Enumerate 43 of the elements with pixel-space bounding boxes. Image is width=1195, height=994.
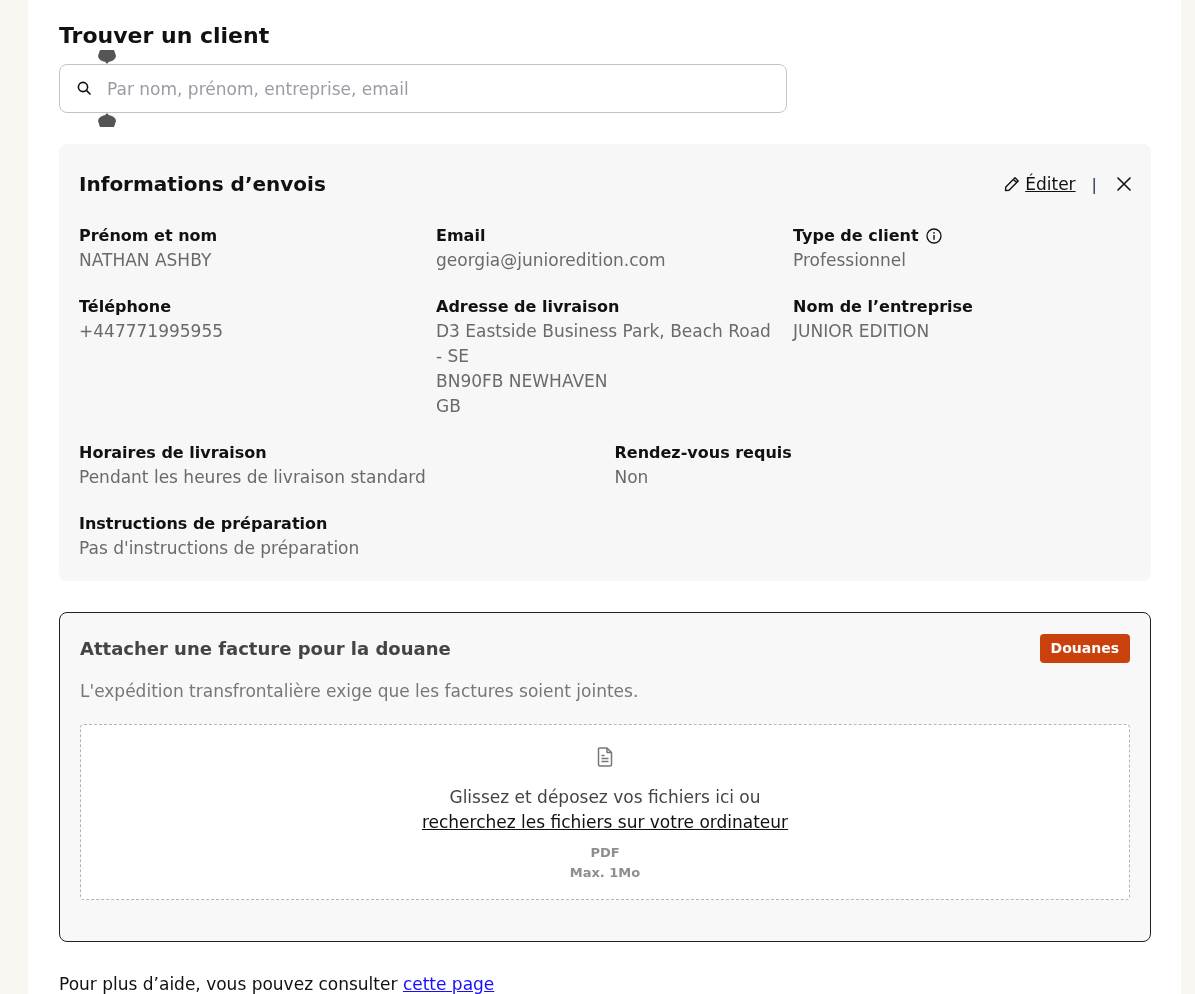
info-icon[interactable] — [925, 228, 942, 244]
field-label: Type de client — [793, 225, 919, 247]
field-value: +447771995955 — [79, 320, 225, 343]
file-dropzone[interactable]: Glissez et déposez vos fichiers ici ou recherchez les fichiers sur votre ordinateur PDF Max. 1Mo — [80, 724, 1130, 900]
field-label: Instructions de préparation — [79, 513, 328, 535]
close-button[interactable] — [1117, 177, 1131, 191]
search-icon — [77, 81, 91, 95]
dropzone-text: Glissez et déposez vos fichiers ici ou — [449, 786, 761, 809]
file-size-limit: Max. 1Mo — [569, 864, 641, 882]
field-label: Adresse de livraison — [436, 296, 620, 318]
field-value: NATHAN ASHBY — [79, 249, 213, 272]
customs-badge: Douanes — [1039, 633, 1130, 663]
field-label: Rendez-vous requis — [614, 442, 792, 464]
selection-handle-icon[interactable] — [98, 113, 116, 127]
card-title: Informations d’envois — [79, 172, 326, 196]
field-value: georgia@junioredition.com — [436, 249, 667, 272]
field-value: JUNIOR EDITION — [793, 320, 931, 343]
field-value: Non — [614, 466, 650, 489]
field-value: BN90FB NEWHAVEN — [436, 370, 609, 393]
field-label: Prénom et nom — [79, 225, 218, 247]
edit-link[interactable]: Éditer — [1004, 174, 1076, 194]
card-description: L'expédition transfrontalière exige que les factures soient jointes. — [80, 680, 640, 703]
separator: | — [1091, 174, 1097, 194]
section-title: Trouver un client — [59, 22, 270, 50]
field-value: Professionnel — [793, 249, 907, 272]
browse-link[interactable]: recherchez les fichiers sur votre ordinateur — [421, 810, 789, 835]
help-text: Pour plus d’aide, vous pouvez consulter cette page — [59, 973, 495, 994]
search-field[interactable]: Par nom, prénom, entreprise, email — [59, 64, 787, 113]
card-title: Attacher une facture pour la douane — [80, 637, 451, 659]
field-value: Pas d'instructions de préparation — [79, 537, 361, 560]
help-link[interactable]: cette page — [402, 974, 495, 994]
file-format: PDF — [590, 844, 620, 862]
pencil-icon — [1004, 176, 1021, 192]
field-label: Téléphone — [79, 296, 172, 318]
field-value: GB — [436, 395, 462, 418]
field-label: Nom de l’entreprise — [793, 296, 973, 318]
close-icon — [1117, 177, 1131, 191]
selection-handle-icon[interactable] — [98, 50, 116, 64]
field-label: Email — [436, 225, 486, 247]
field-value: D3 Eastside Business Park, Beach Road - SE — [436, 320, 772, 368]
field-value: Pendant les heures de livraison standard — [79, 466, 427, 489]
document-icon — [597, 747, 613, 767]
field-label: Horaires de livraison — [79, 442, 267, 464]
